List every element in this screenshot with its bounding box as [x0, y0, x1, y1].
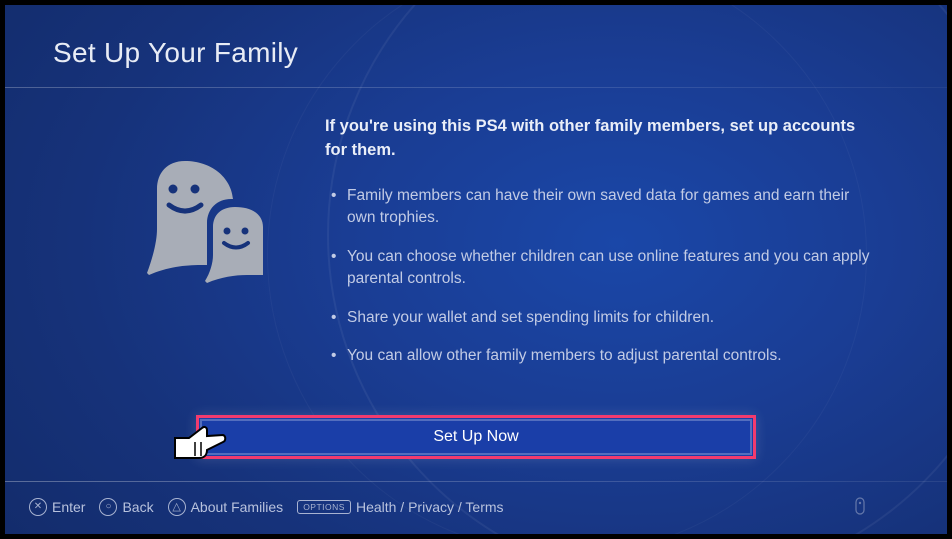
set-up-now-button[interactable]: Set Up Now [196, 415, 756, 459]
scroll-indicator-icon [853, 494, 867, 518]
pointing-hand-cursor-icon [169, 420, 229, 464]
intro-text: If you're using this PS4 with other fami… [325, 115, 877, 163]
legal-hint: OPTIONS Health / Privacy / Terms [297, 499, 503, 515]
back-label: Back [122, 499, 153, 515]
page-title: Set Up Your Family [53, 37, 298, 69]
family-icon [145, 155, 265, 384]
divider [5, 87, 947, 88]
circle-button-icon: ○ [99, 498, 117, 516]
back-hint: ○ Back [99, 498, 153, 516]
triangle-button-icon: △ [168, 498, 186, 516]
bullet-list: Family members can have their own saved … [325, 185, 877, 368]
bullet-item: Share your wallet and set spending limit… [325, 307, 877, 329]
content-area: If you're using this PS4 with other fami… [145, 115, 877, 384]
bullet-item: You can allow other family members to ad… [325, 345, 877, 367]
enter-label: Enter [52, 499, 85, 515]
legal-label: Health / Privacy / Terms [356, 499, 504, 515]
about-label: About Families [191, 499, 284, 515]
bullet-item: You can choose whether children can use … [325, 246, 877, 291]
bullet-item: Family members can have their own saved … [325, 185, 877, 230]
action-row: Set Up Now [5, 415, 947, 459]
cross-button-icon: ✕ [29, 498, 47, 516]
footer-hints: ✕ Enter ○ Back △ About Families OPTIONS … [29, 498, 923, 516]
text-block: If you're using this PS4 with other fami… [325, 115, 877, 384]
screen: Set Up Your Family If you're using this … [5, 5, 947, 534]
enter-hint: ✕ Enter [29, 498, 85, 516]
about-families-hint: △ About Families [168, 498, 284, 516]
options-button-icon: OPTIONS [297, 500, 351, 514]
divider [5, 481, 947, 482]
